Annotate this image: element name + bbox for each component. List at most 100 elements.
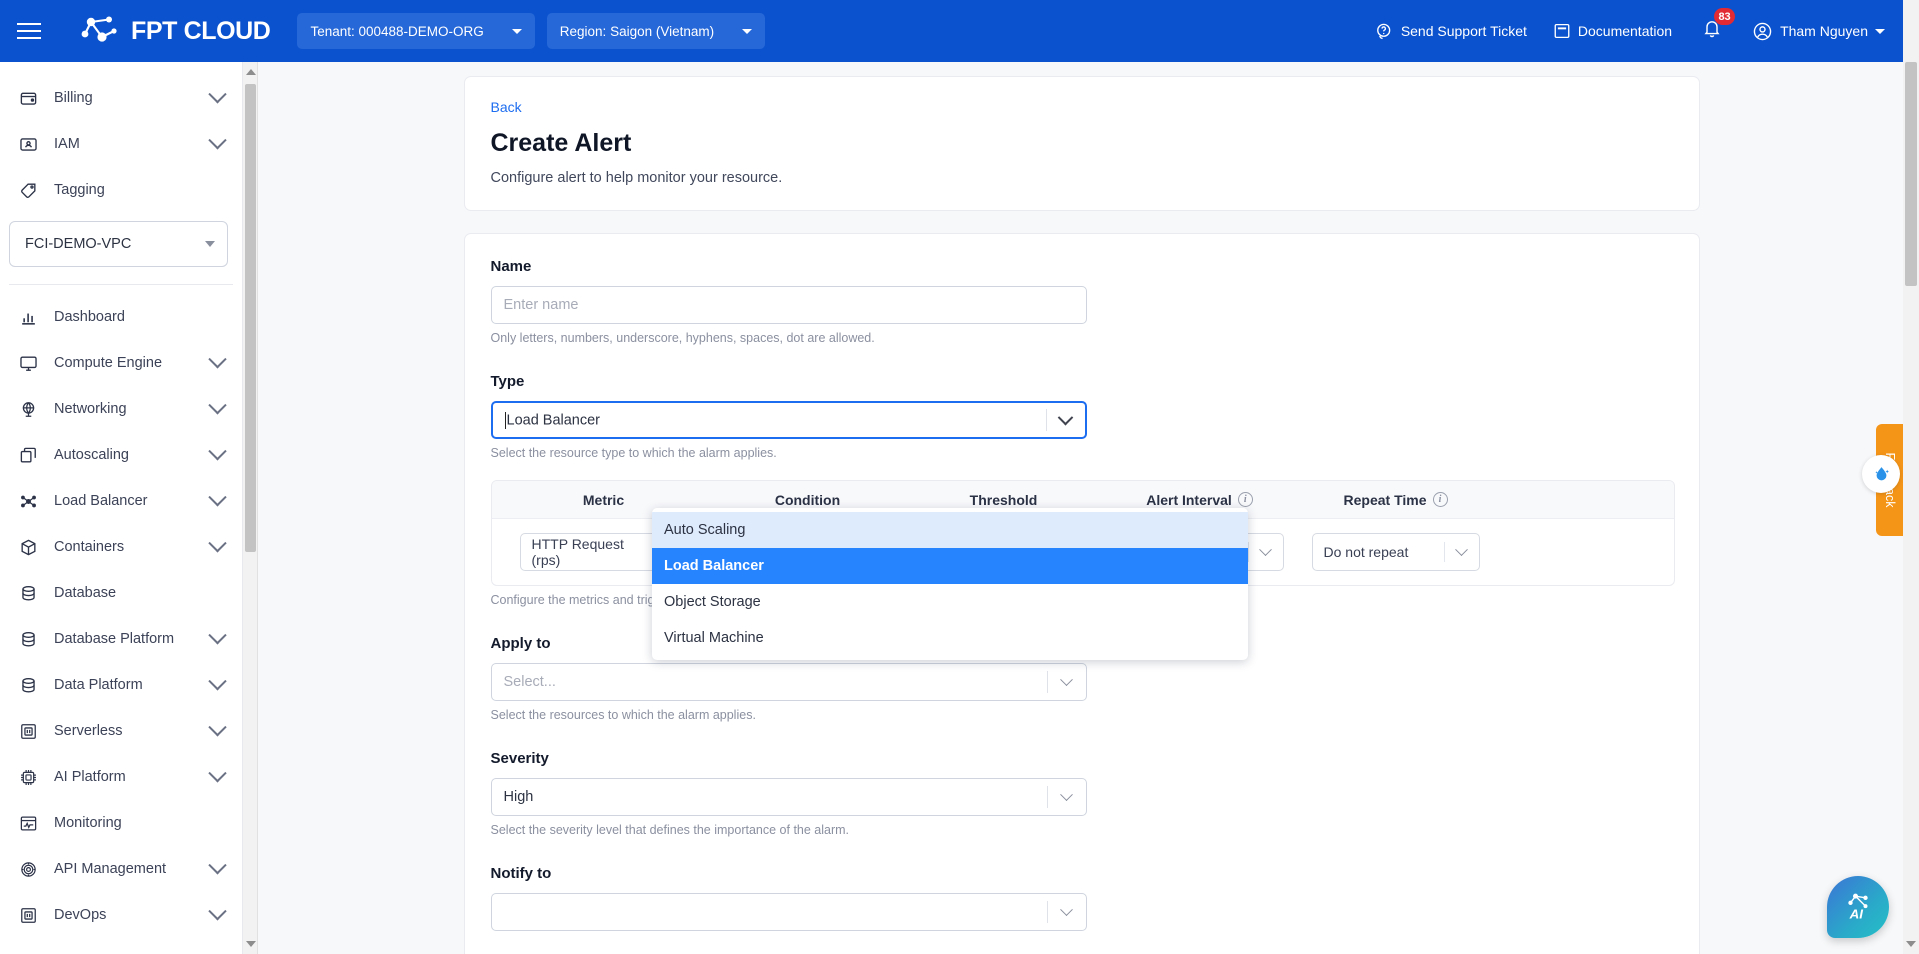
info-icon[interactable]: i: [1238, 492, 1253, 507]
notifications-button[interactable]: 83: [1698, 14, 1726, 48]
sidebar-item-compute-engine[interactable]: Compute Engine: [0, 340, 242, 386]
chevron-down-icon: [208, 350, 226, 368]
apply-to-toggle[interactable]: [1048, 664, 1086, 700]
database-icon: [16, 676, 40, 695]
notify-to-toggle[interactable]: [1048, 894, 1086, 930]
main-content: Back Create Alert Configure alert to hel…: [259, 62, 1904, 954]
tenant-label: Tenant: 000488-DEMO-ORG: [310, 24, 483, 39]
sidebar-item-autoscaling[interactable]: Autoscaling: [0, 432, 242, 478]
water-drop-icon: [1871, 464, 1892, 485]
sidebar-item-database-platform[interactable]: Database Platform: [0, 616, 242, 662]
sidebar-navigation: Billing IAM Tagging: [0, 62, 243, 954]
sidebar-item-label: Autoscaling: [54, 447, 211, 463]
page-scrollbar[interactable]: [1903, 62, 1919, 954]
chevron-down-icon: [1060, 788, 1073, 801]
severity-select[interactable]: High: [491, 778, 1087, 816]
column-header-threshold: Threshold: [906, 492, 1102, 508]
chevron-down-icon: [208, 396, 226, 414]
chevron-down-icon: [208, 672, 226, 690]
support-question-icon: [1375, 22, 1394, 41]
page-header-card: Back Create Alert Configure alert to hel…: [464, 76, 1700, 211]
sidebar-item-label: DevOps: [54, 907, 211, 923]
feedback-tab[interactable]: Feedback: [1876, 424, 1903, 536]
severity-value: High: [504, 789, 1047, 805]
documentation-label: Documentation: [1578, 23, 1672, 39]
sidebar-item-database[interactable]: Database: [0, 570, 242, 616]
sidebar-item-load-balancer[interactable]: Load Balancer: [0, 478, 242, 524]
chevron-down-icon: [1060, 673, 1073, 686]
chevron-down-icon: [742, 29, 752, 34]
wallet-icon: [16, 89, 40, 108]
type-select-toggle[interactable]: [1047, 403, 1085, 437]
chevron-down-icon: [208, 488, 226, 506]
dropdown-option-auto-scaling[interactable]: Auto Scaling: [652, 512, 1248, 548]
scroll-up-arrow-icon[interactable]: [246, 69, 256, 75]
info-icon[interactable]: i: [1433, 492, 1448, 507]
documentation-book-icon: [1553, 22, 1571, 40]
repeat-time-toggle[interactable]: [1445, 548, 1479, 557]
sidebar-item-api-management[interactable]: API Management: [0, 846, 242, 892]
name-input[interactable]: Enter name: [491, 286, 1087, 324]
sidebar-item-serverless[interactable]: Serverless: [0, 708, 242, 754]
sidebar-item-label: AI Platform: [54, 769, 211, 785]
ai-assistant-button[interactable]: AI: [1827, 876, 1889, 938]
sidebar-item-iam[interactable]: IAM: [0, 121, 242, 167]
severity-toggle[interactable]: [1048, 779, 1086, 815]
sidebar-item-monitoring[interactable]: Monitoring: [0, 800, 242, 846]
chevron-down-icon: [205, 241, 215, 247]
user-avatar-icon: [1752, 21, 1773, 42]
type-field-hint: Select the resource type to which the al…: [491, 446, 1673, 460]
chevron-down-icon: [208, 902, 226, 920]
type-dropdown-menu[interactable]: Auto ScalingLoad BalancerObject StorageV…: [652, 508, 1248, 660]
scroll-down-arrow-icon[interactable]: [1906, 941, 1916, 947]
region-selector[interactable]: Region: Saigon (Vietnam): [547, 13, 765, 49]
apply-to-select[interactable]: Select...: [491, 663, 1087, 701]
brand-logo-area[interactable]: FPT CLOUD: [80, 15, 270, 47]
user-name-label: Tham Nguyen: [1780, 23, 1868, 39]
sidebar-scrollbar-thumb[interactable]: [245, 84, 256, 552]
api-icon: [16, 860, 40, 879]
sidebar-item-label: Load Balancer: [54, 493, 211, 509]
sidebar-item-tagging[interactable]: Tagging: [0, 167, 242, 213]
layers-icon: [16, 446, 40, 465]
sidebar-item-data-platform[interactable]: Data Platform: [0, 662, 242, 708]
header-actions: Send Support Ticket Documentation 83 Tha…: [1375, 14, 1919, 48]
top-header: FPT CLOUD Tenant: 000488-DEMO-ORG Region…: [0, 0, 1919, 62]
dropdown-option-virtual-machine[interactable]: Virtual Machine: [652, 620, 1248, 656]
chevron-down-icon: [208, 764, 226, 782]
monitoring-icon: [16, 814, 40, 833]
svg-text:AI: AI: [1849, 907, 1864, 922]
sidebar-item-dashboard[interactable]: Dashboard: [0, 294, 242, 340]
sidebar-item-networking[interactable]: Networking: [0, 386, 242, 432]
notify-to-select[interactable]: [491, 893, 1087, 931]
sidebar-item-devops[interactable]: DevOps: [0, 892, 242, 938]
sidebar-label: Tagging: [54, 182, 224, 198]
chevron-down-icon: [512, 29, 522, 34]
documentation-button[interactable]: Documentation: [1553, 22, 1672, 40]
sidebar-item-billing[interactable]: Billing: [0, 75, 242, 121]
vpc-selector[interactable]: FCI-DEMO-VPC: [9, 221, 228, 267]
sidebar-scrollbar[interactable]: [243, 62, 258, 954]
chevron-down-icon: [1259, 543, 1272, 556]
sidebar-item-label: Database: [54, 585, 224, 601]
page-scrollbar-thumb[interactable]: [1905, 62, 1917, 286]
sidebar-divider: [9, 284, 233, 285]
type-select[interactable]: Load Balancer: [491, 401, 1087, 439]
dropdown-option-load-balancer[interactable]: Load Balancer: [652, 548, 1248, 584]
chip-icon: [16, 722, 40, 741]
tenant-selector[interactable]: Tenant: 000488-DEMO-ORG: [297, 13, 534, 49]
sidebar-main-group: DashboardCompute EngineNetworking Autosca…: [0, 294, 242, 938]
type-select-value-wrap: Load Balancer: [505, 412, 1046, 429]
back-link[interactable]: Back: [491, 99, 522, 115]
dropdown-option-object-storage[interactable]: Object Storage: [652, 584, 1248, 620]
menu-toggle-button[interactable]: [0, 0, 58, 62]
brand-name: FPT CLOUD: [131, 17, 270, 46]
alert-interval-toggle[interactable]: [1249, 548, 1283, 557]
sidebar-item-ai-platform[interactable]: AI Platform: [0, 754, 242, 800]
sidebar-item-containers[interactable]: Containers: [0, 524, 242, 570]
send-support-ticket-button[interactable]: Send Support Ticket: [1375, 22, 1527, 41]
scroll-down-arrow-icon[interactable]: [246, 941, 256, 947]
user-menu-button[interactable]: Tham Nguyen: [1752, 21, 1885, 42]
chevron-down-icon: [208, 626, 226, 644]
repeat-time-select[interactable]: Do not repeat: [1312, 533, 1480, 571]
